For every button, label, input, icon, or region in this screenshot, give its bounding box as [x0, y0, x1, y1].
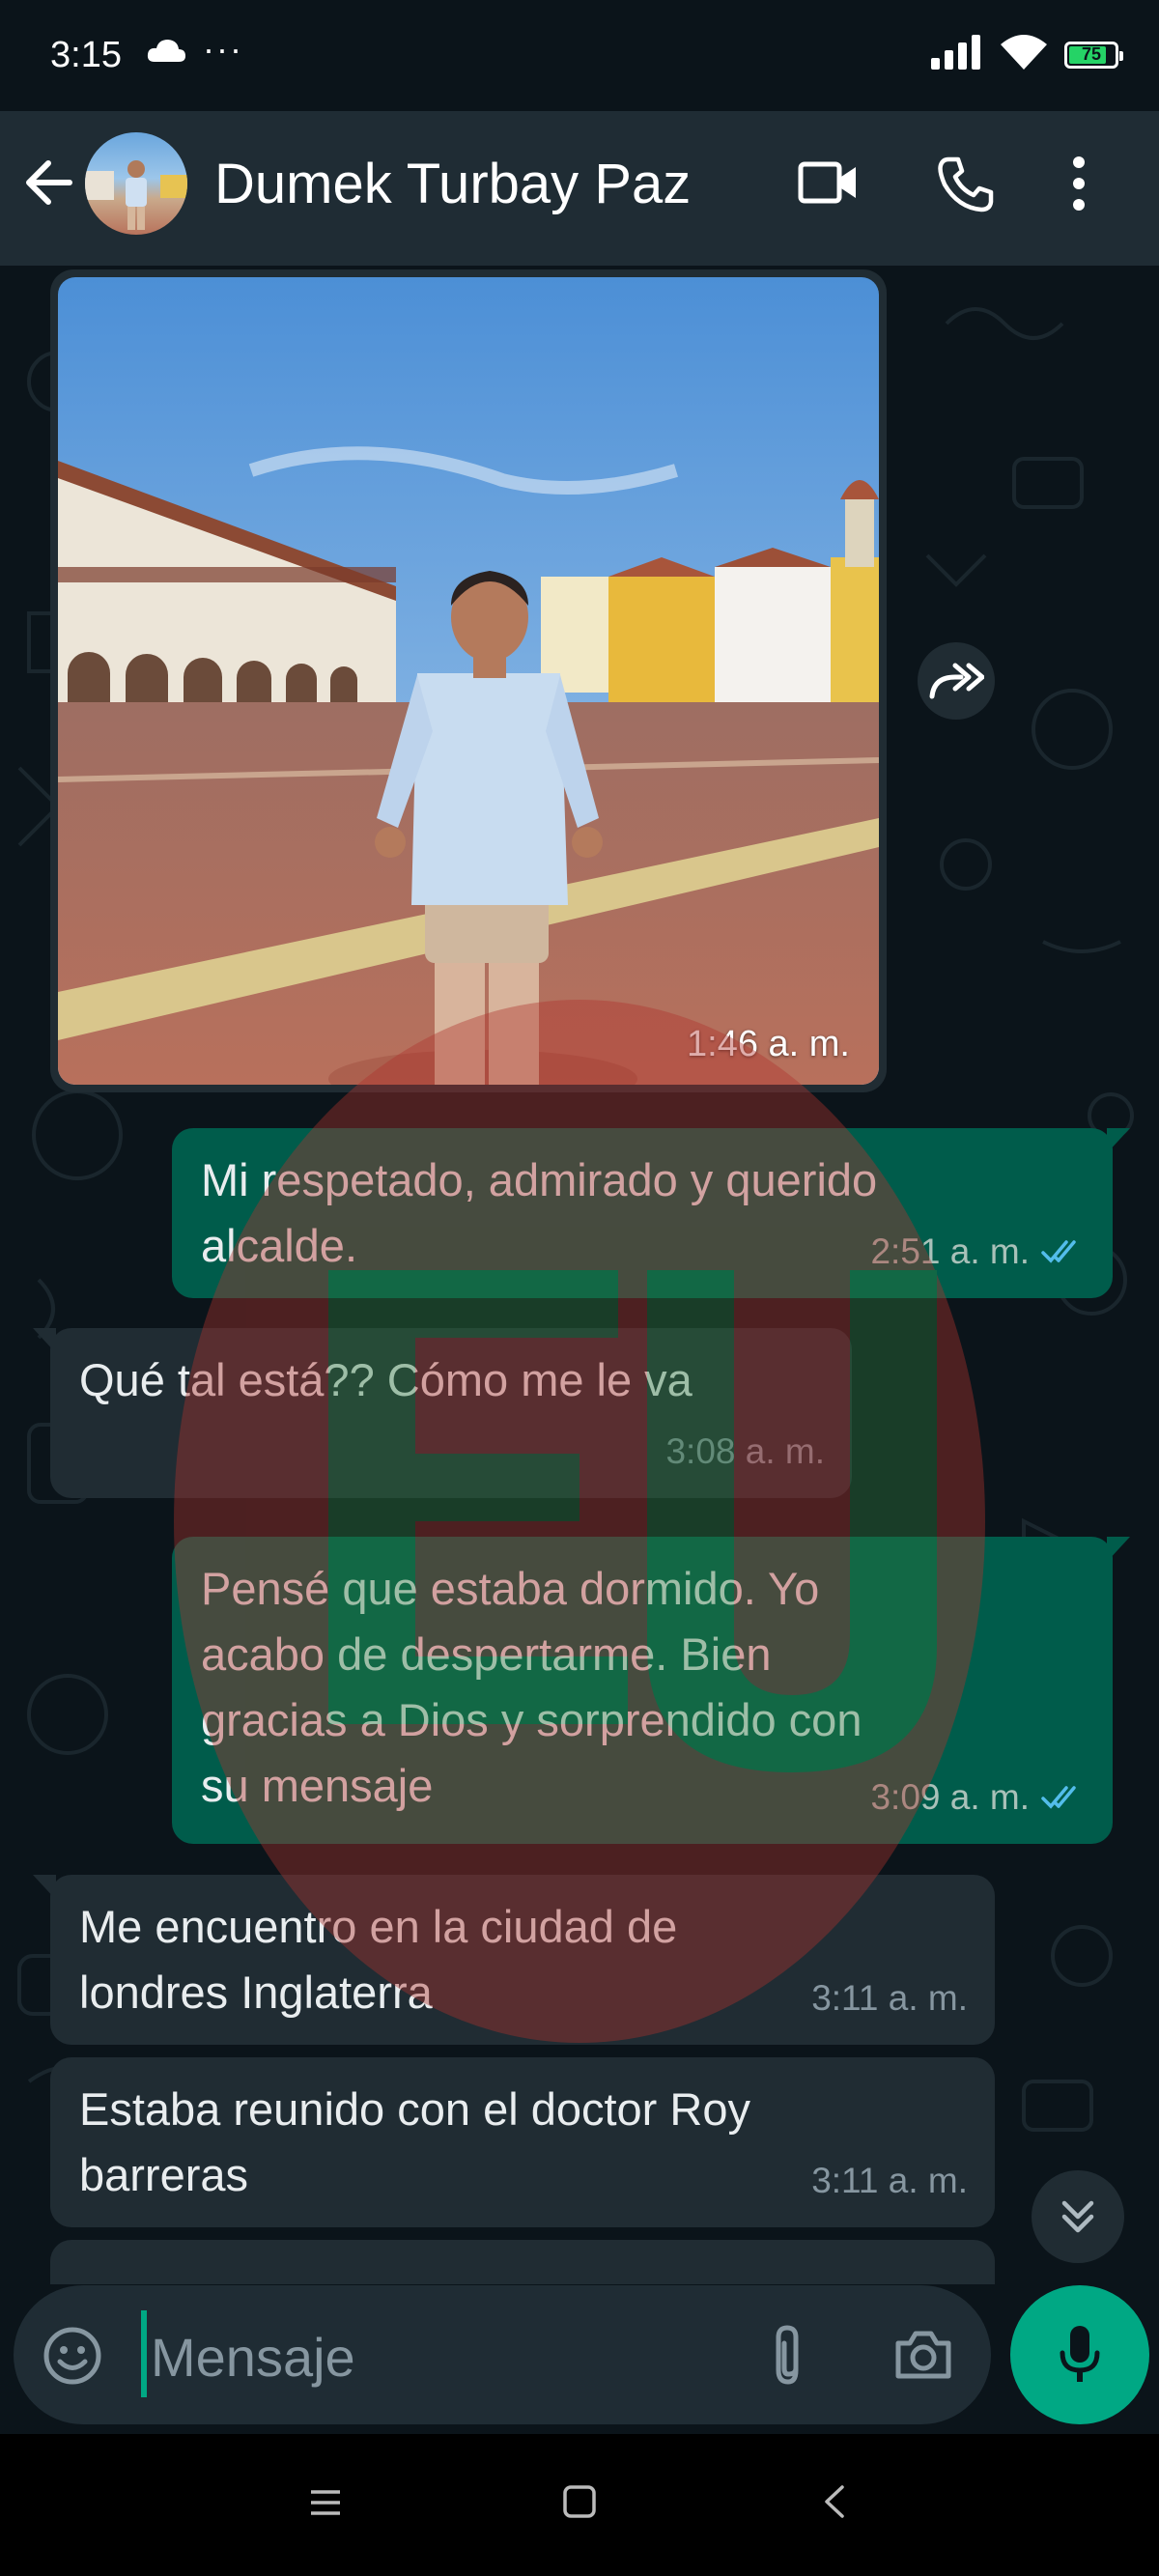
voice-message-button[interactable]: [1010, 2285, 1149, 2424]
chevron-down-icon: [1061, 2200, 1094, 2233]
signal-icon: [929, 35, 983, 74]
message-text-line: gracias a Dios y sorprendido con: [201, 1694, 862, 1745]
message-text-line: Me encuentro en la ciudad de: [79, 1901, 678, 1952]
chat-header: Dumek Turbay Paz: [0, 111, 1159, 266]
phone-call-icon[interactable]: [937, 156, 995, 218]
paperclip-icon[interactable]: [767, 2324, 809, 2392]
message-text-line: Mi respetado, admirado y querido: [201, 1154, 878, 1205]
microphone-icon: [1060, 2326, 1100, 2382]
message-text-line: Pensé que estaba dormido. Yo: [201, 1563, 820, 1614]
message-time: 2:51 a. m.: [870, 1231, 1030, 1271]
emoji-icon[interactable]: [42, 2326, 102, 2391]
video-call-icon[interactable]: [798, 159, 860, 211]
incoming-message[interactable]: Estaba reunido con el doctor Roy barrera…: [50, 2057, 995, 2227]
message-text-line: Estaba reunido con el doctor Roy: [79, 2083, 750, 2135]
message-time: 3:11 a. m.: [811, 1978, 968, 2018]
notification-dots: ···: [203, 29, 243, 69]
text-cursor: [141, 2310, 147, 2397]
message-time: 3:11 a. m.: [811, 2161, 968, 2200]
outgoing-message[interactable]: Mi respetado, admirado y querido alcalde…: [172, 1128, 1130, 1298]
forward-icon: [929, 663, 984, 699]
back-arrow-icon[interactable]: [21, 157, 75, 212]
message-input[interactable]: [149, 2312, 732, 2401]
cloud-icon: [145, 37, 187, 71]
camera-icon[interactable]: [892, 2328, 954, 2387]
chat-area[interactable]: 1:46 a. m. Mi respetado, admirado y quer…: [0, 266, 1159, 2284]
battery-icon: 75: [1064, 41, 1123, 69]
contact-name[interactable]: Dumek Turbay Paz: [214, 152, 691, 216]
incoming-message[interactable]: Me encuentro en la ciudad de londres Ing…: [33, 1875, 995, 2045]
more-options-icon[interactable]: [1072, 156, 1086, 216]
status-indicators: 75: [929, 33, 1123, 76]
scroll-to-bottom-button[interactable]: [1032, 2170, 1124, 2263]
incoming-message-partial[interactable]: [50, 2240, 995, 2284]
message-photo[interactable]: 1:46 a. m.: [58, 277, 879, 1085]
battery-level: 75: [1081, 44, 1102, 64]
read-receipt-icon: [1041, 1240, 1076, 1263]
avatar[interactable]: [85, 132, 187, 235]
home-button[interactable]: [562, 2484, 597, 2524]
incoming-message[interactable]: Qué tal está?? Cómo me le va 3:08 a. m.: [33, 1328, 852, 1498]
message-composer: [14, 2285, 991, 2424]
forward-button[interactable]: [918, 642, 995, 720]
message-time: 3:09 a. m.: [870, 1777, 1030, 1817]
message-text-line: acabo de despertarme. Bien: [201, 1628, 772, 1680]
status-bar: 3:15 ··· 75: [0, 0, 1159, 111]
message-text-line: Qué tal está?? Cómo me le va: [79, 1354, 693, 1405]
status-time: 3:15: [50, 35, 122, 75]
image-message[interactable]: 1:46 a. m.: [50, 269, 887, 1092]
message-time: 1:46 a. m.: [687, 1024, 850, 1064]
system-back-button[interactable]: [821, 2484, 846, 2524]
recent-apps-button[interactable]: [309, 2488, 342, 2522]
system-navigation-bar: [0, 2434, 1159, 2576]
read-receipt-icon: [1041, 1786, 1076, 1809]
wifi-icon: [999, 33, 1049, 76]
outgoing-message[interactable]: Pensé que estaba dormido. Yo acabo de de…: [172, 1537, 1130, 1844]
message-time: 3:08 a. m.: [665, 1431, 825, 1471]
